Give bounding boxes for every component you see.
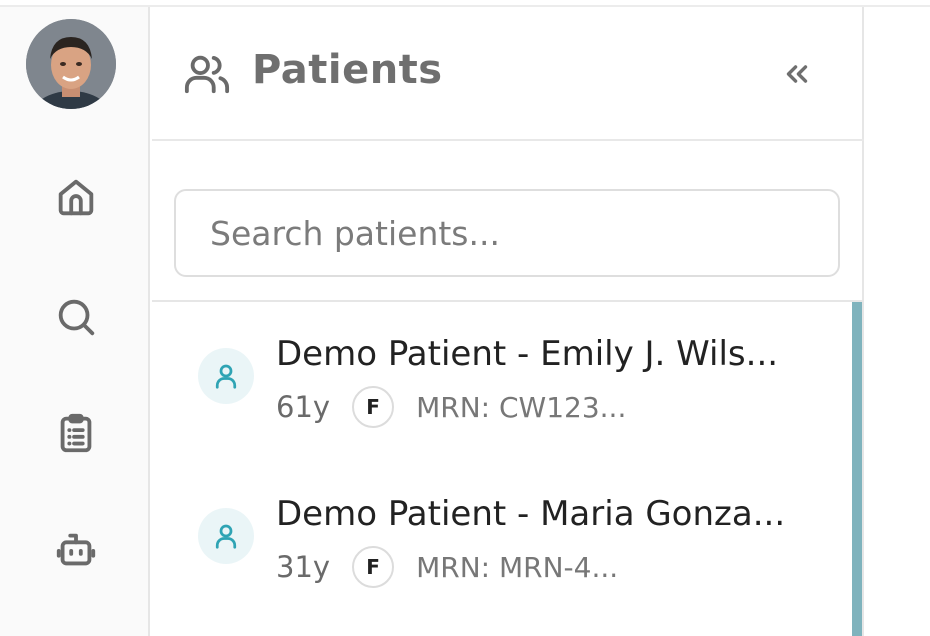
list-item[interactable]: Demo Patient - Emily J. Wils... 61y F MR… [152, 302, 842, 442]
clipboard-list-icon [60, 413, 92, 453]
home-icon [58, 179, 94, 216]
chevrons-left-icon [786, 65, 808, 83]
patient-age: 31y [276, 550, 331, 584]
nav-search[interactable] [48, 289, 104, 345]
avatar-photo [26, 19, 116, 109]
patient-meta: 61y F MRN: CW123... [276, 386, 626, 428]
search-icon [58, 299, 95, 336]
scrollbar[interactable] [852, 302, 862, 636]
patient-list[interactable]: Demo Patient - Emily J. Wils... 61y F MR… [152, 300, 864, 636]
nav-assistant[interactable] [48, 522, 104, 578]
patient-name: Demo Patient - Maria Gonza... [276, 494, 786, 534]
avatar[interactable] [26, 19, 116, 109]
nav-rail [0, 7, 150, 636]
nav-tasks[interactable] [48, 405, 104, 461]
patients-panel: Patients Demo Patient - Emily J. Wils...… [152, 7, 864, 636]
patient-avatar [198, 508, 254, 564]
user-icon [215, 524, 237, 549]
list-item[interactable]: Demo Patient - Maria Gonza... 31y F MRN:… [152, 462, 842, 602]
collapse-panel-button[interactable] [776, 53, 818, 95]
patient-mrn: MRN: CW123... [416, 390, 627, 424]
nav-home[interactable] [48, 169, 104, 225]
sex-badge: F [352, 546, 395, 588]
patient-name: Demo Patient - Emily J. Wils... [276, 334, 779, 374]
patient-meta: 31y F MRN: MRN-4... [276, 546, 618, 588]
sex-badge: F [352, 386, 395, 428]
search-box [174, 189, 840, 277]
patient-age: 61y [276, 390, 331, 424]
search-input[interactable] [176, 191, 838, 275]
page-title: Patients [252, 47, 443, 93]
users-icon [182, 51, 232, 97]
patient-mrn: MRN: MRN-4... [416, 550, 619, 584]
panel-header: Patients [152, 7, 864, 141]
bot-icon [56, 533, 96, 566]
user-icon [215, 364, 237, 389]
patient-avatar [198, 348, 254, 404]
